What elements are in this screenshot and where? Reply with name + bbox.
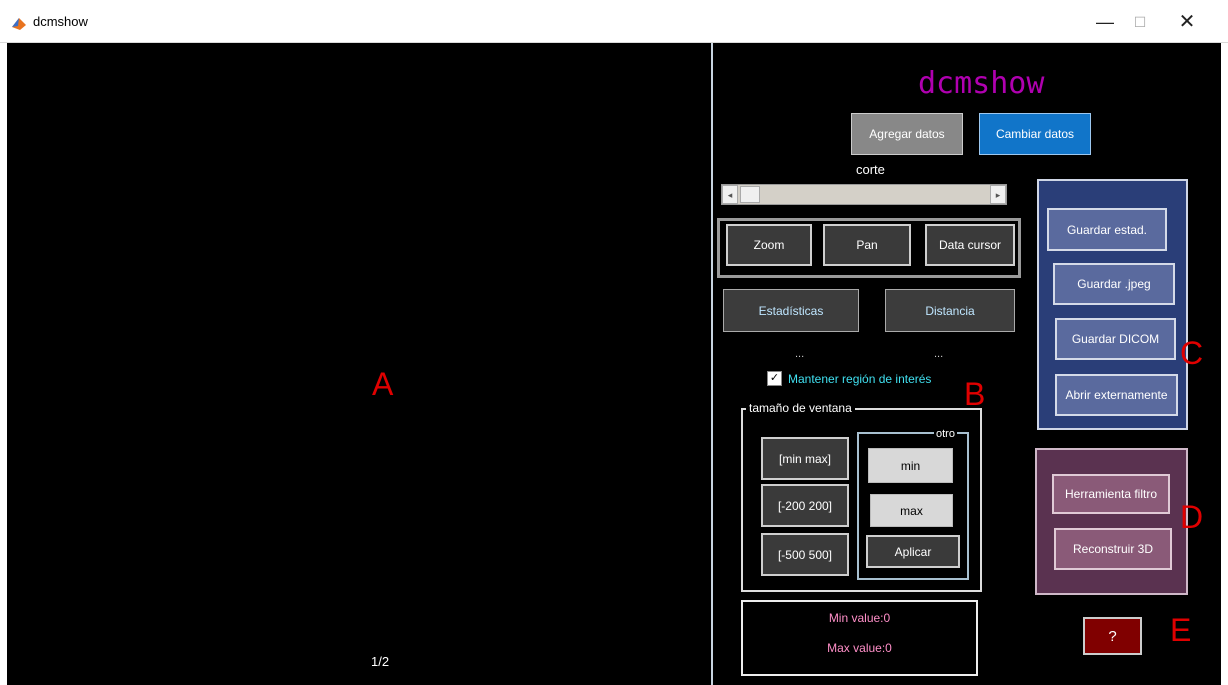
window-min-input[interactable]: min <box>868 448 953 483</box>
slice-slider[interactable]: ◂ ▸ <box>721 184 1007 205</box>
filters-panel <box>1035 448 1188 595</box>
keep-roi-checkbox[interactable]: ✓ <box>767 371 782 386</box>
region-label-e: E <box>1170 612 1192 648</box>
app-title: dcmshow <box>918 66 1045 101</box>
keep-roi-checkbox-row[interactable]: ✓ Mantener región de interés <box>767 371 931 386</box>
image-viewer[interactable] <box>7 43 711 685</box>
window-size-title: tamaño de ventana <box>746 401 855 415</box>
maximize-button[interactable]: ☐ <box>1117 6 1163 38</box>
open-external-button[interactable]: Abrir externamente <box>1055 374 1178 416</box>
window-title: dcmshow <box>33 14 88 29</box>
matlab-icon <box>12 17 26 31</box>
add-data-button[interactable]: Agregar datos <box>851 113 963 155</box>
statistics-button[interactable]: Estadísticas <box>723 289 859 332</box>
pan-button[interactable]: Pan <box>823 224 911 266</box>
other-window-title: otro <box>934 428 957 440</box>
title-bar <box>0 0 1228 43</box>
preset-500-button[interactable]: [-500 500] <box>761 533 849 576</box>
window-max-input[interactable]: max <box>870 494 953 527</box>
zoom-button[interactable]: Zoom <box>726 224 812 266</box>
reconstruct-3d-button[interactable]: Reconstruir 3D <box>1054 528 1172 570</box>
min-value-text: Min value:0 <box>828 611 891 625</box>
save-stats-button[interactable]: Guardar estad. <box>1047 208 1167 251</box>
slice-counter: 1/2 <box>371 654 390 669</box>
save-dicom-button[interactable]: Guardar DICOM <box>1055 318 1176 360</box>
close-button[interactable]: ✕ <box>1164 6 1210 38</box>
statistics-value: ... <box>795 348 805 360</box>
max-value-text: Max value:0 <box>827 641 892 655</box>
data-cursor-button[interactable]: Data cursor <box>925 224 1015 266</box>
slider-right-arrow-icon[interactable]: ▸ <box>990 185 1006 204</box>
save-jpeg-button[interactable]: Guardar .jpeg <box>1053 263 1175 305</box>
window-border-right <box>1221 43 1228 685</box>
distance-value: ... <box>934 348 944 360</box>
change-data-button[interactable]: Cambiar datos <box>979 113 1091 155</box>
keep-roi-label: Mantener región de interés <box>788 371 932 386</box>
region-label-d: D <box>1180 499 1204 535</box>
distance-button[interactable]: Distancia <box>885 289 1015 332</box>
preset-200-button[interactable]: [-200 200] <box>761 484 849 527</box>
window-border-left <box>0 43 7 685</box>
slider-thumb[interactable] <box>740 186 760 203</box>
slider-left-arrow-icon[interactable]: ◂ <box>722 185 738 204</box>
region-label-c: C <box>1180 335 1204 371</box>
apply-button[interactable]: Aplicar <box>866 535 960 568</box>
help-button[interactable]: ? <box>1083 617 1142 655</box>
preset-minmax-button[interactable]: [min max] <box>761 437 849 480</box>
region-label-a: A <box>372 366 394 402</box>
filter-tool-button[interactable]: Herramienta filtro <box>1052 474 1170 514</box>
slice-slider-label: corte <box>856 162 885 177</box>
